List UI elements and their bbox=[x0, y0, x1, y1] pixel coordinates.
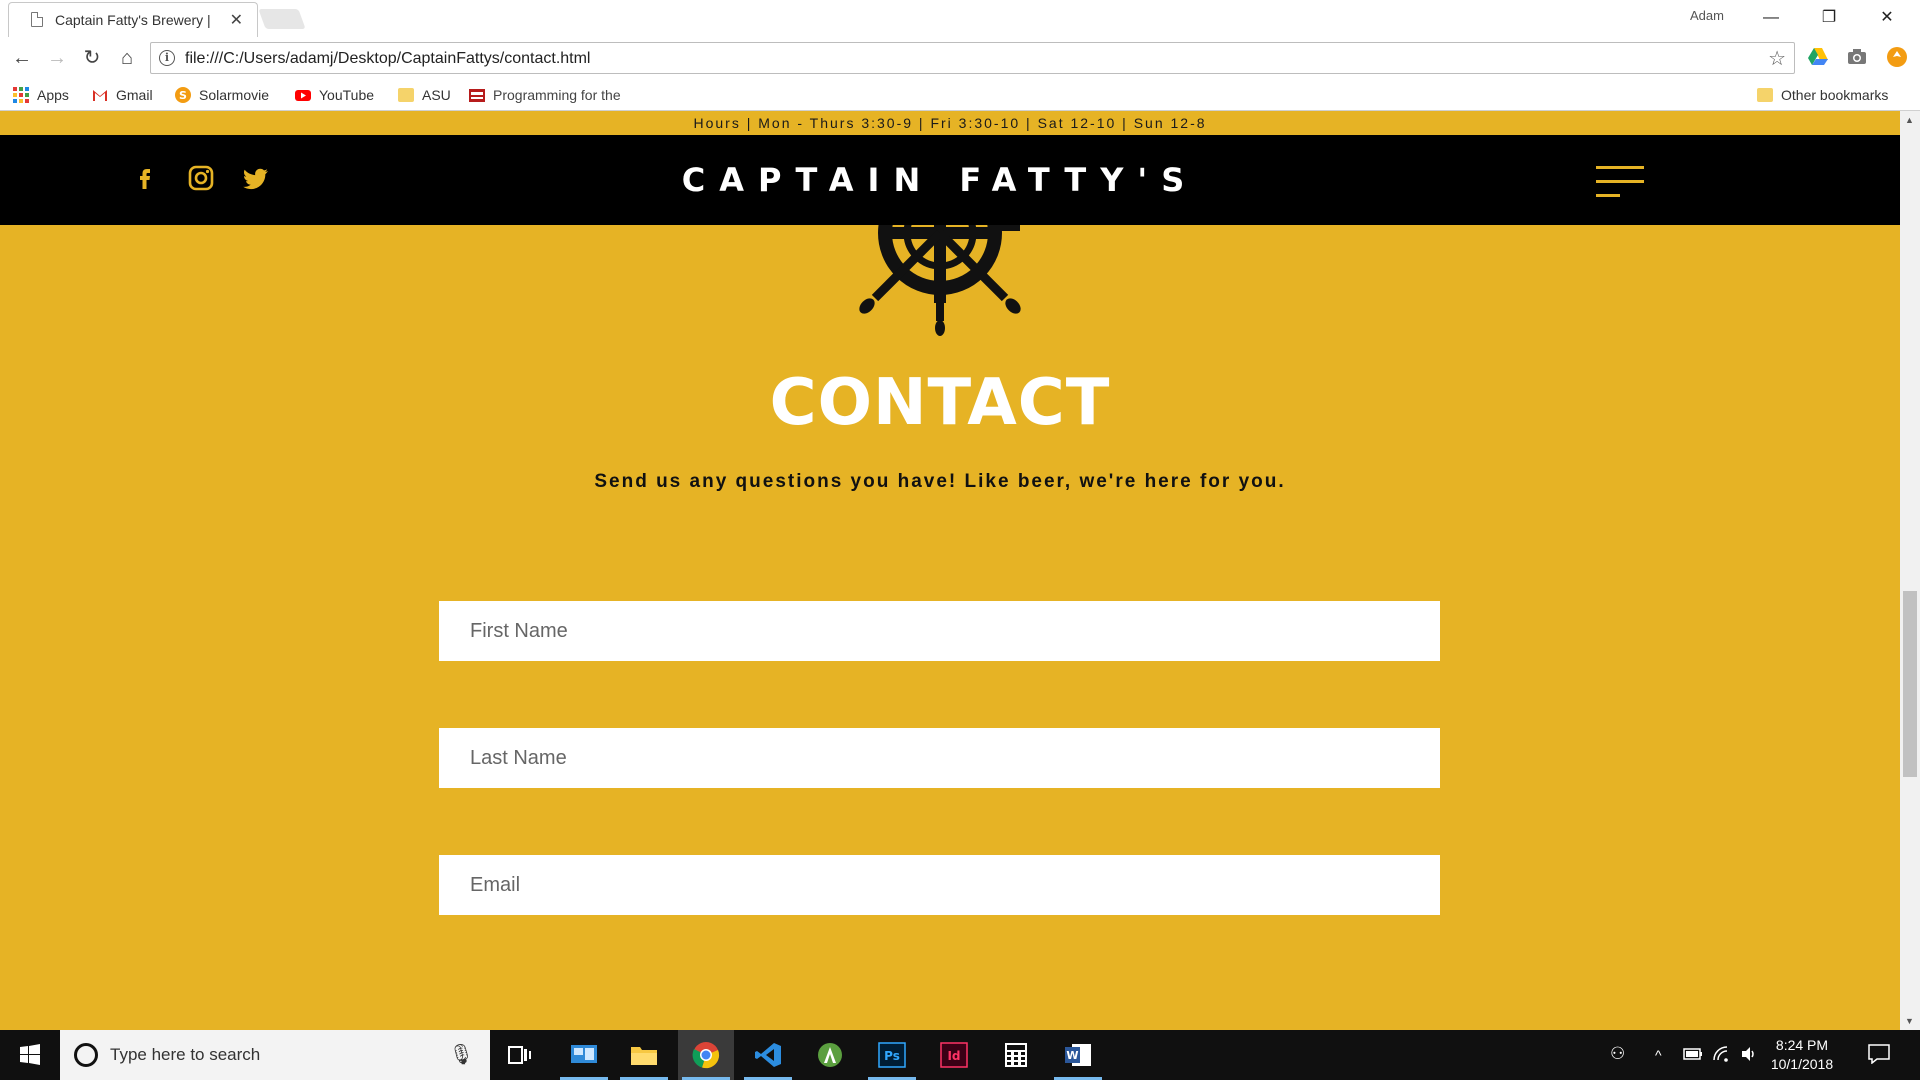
forward-button[interactable]: → bbox=[43, 44, 71, 72]
svg-text:Ps: Ps bbox=[884, 1049, 900, 1063]
chrome-icon[interactable] bbox=[678, 1030, 734, 1080]
minimize-button[interactable]: — bbox=[1748, 4, 1794, 32]
bookmark-solarmovie[interactable]: S Solarmovie bbox=[175, 84, 269, 106]
indesign-icon[interactable]: Id bbox=[926, 1030, 982, 1080]
close-window-button[interactable]: ✕ bbox=[1864, 4, 1910, 32]
scroll-up-arrow-icon[interactable]: ▲ bbox=[1905, 115, 1914, 125]
bookmark-label: Programming for the bbox=[493, 87, 621, 103]
address-bar[interactable]: i file:///C:/Users/adamj/Desktop/Captain… bbox=[150, 42, 1795, 74]
task-view-icon[interactable] bbox=[492, 1030, 548, 1080]
bookmark-label: Gmail bbox=[116, 87, 153, 103]
battery-icon[interactable] bbox=[1683, 1048, 1703, 1060]
bookmark-label: Solarmovie bbox=[199, 87, 270, 103]
bookmark-apps[interactable]: Apps bbox=[13, 84, 69, 106]
profile-name[interactable]: Adam bbox=[1690, 8, 1724, 23]
close-tab-icon[interactable]: ✕ bbox=[230, 10, 243, 30]
windows-start-icon[interactable] bbox=[0, 1030, 60, 1080]
back-button[interactable]: ← bbox=[8, 44, 36, 72]
hamburger-menu-icon[interactable] bbox=[1596, 166, 1644, 200]
bookmarks-bar: Apps Gmail S Solarmovie YouTube ASU Prog… bbox=[0, 79, 1920, 111]
info-icon[interactable]: i bbox=[159, 50, 175, 66]
page-icon bbox=[31, 12, 43, 27]
cortana-icon[interactable] bbox=[74, 1043, 98, 1067]
scrollbar-thumb[interactable] bbox=[1903, 591, 1917, 777]
new-tab-button[interactable] bbox=[258, 9, 306, 29]
volume-icon[interactable] bbox=[1740, 1045, 1758, 1063]
clock-time: 8:24 PM bbox=[1775, 1037, 1829, 1053]
microphone-icon[interactable]: 🎙 bbox=[449, 1042, 474, 1067]
clock-date: 10/1/2018 bbox=[1770, 1056, 1834, 1072]
word-icon[interactable]: W bbox=[1050, 1030, 1106, 1080]
bookmark-programming[interactable]: Programming for the bbox=[469, 84, 621, 106]
bookmark-label: YouTube bbox=[319, 87, 375, 103]
bookmark-star-icon[interactable]: ☆ bbox=[1768, 46, 1786, 71]
home-button[interactable]: ⌂ bbox=[113, 44, 141, 72]
scroll-down-arrow-icon[interactable]: ▼ bbox=[1905, 1016, 1914, 1026]
site-favicon-icon bbox=[469, 89, 485, 102]
svg-text:Id: Id bbox=[947, 1049, 960, 1063]
solarmovie-icon: S bbox=[175, 87, 191, 103]
photoshop-icon[interactable]: Ps bbox=[864, 1030, 920, 1080]
restore-button[interactable]: ❐ bbox=[1806, 4, 1852, 32]
bookmark-asu[interactable]: ASU bbox=[398, 84, 451, 106]
people-icon[interactable]: ⚇ bbox=[1610, 1044, 1625, 1064]
taskbar-search-box[interactable]: Type here to search 🎙 bbox=[60, 1030, 490, 1080]
hours-bar: Hours | Mon - Thurs 3:30-9 | Fri 3:30-10… bbox=[0, 111, 1900, 135]
page-scrollbar[interactable]: ▲ ▼ bbox=[1900, 111, 1920, 1030]
folder-icon bbox=[1757, 88, 1773, 102]
screen: Captain Fatty's Brewery | ✕ Adam — ❐ ✕ ←… bbox=[0, 0, 1920, 1080]
tab-title: Captain Fatty's Brewery | bbox=[55, 12, 211, 28]
last-name-field[interactable] bbox=[439, 728, 1440, 788]
extension-icon[interactable] bbox=[1886, 46, 1908, 68]
bookmark-label: Apps bbox=[37, 87, 69, 103]
google-drive-icon[interactable] bbox=[1807, 46, 1829, 68]
page-viewport: Hours | Mon - Thurs 3:30-9 | Fri 3:30-10… bbox=[0, 111, 1900, 1030]
browser-toolbar: ← → ↻ ⌂ i file:///C:/Users/adamj/Desktop… bbox=[0, 37, 1920, 79]
folder-icon bbox=[398, 88, 414, 102]
site-header: CAPTAIN FATTY'S bbox=[0, 135, 1900, 225]
camera-icon[interactable] bbox=[1846, 46, 1868, 68]
youtube-icon bbox=[295, 90, 311, 101]
action-center-icon[interactable] bbox=[1868, 1044, 1890, 1064]
first-name-field[interactable] bbox=[439, 601, 1440, 661]
bookmark-label: Other bookmarks bbox=[1781, 87, 1889, 103]
bookmark-gmail[interactable]: Gmail bbox=[92, 84, 153, 106]
tab-strip: Captain Fatty's Brewery | ✕ Adam — ❐ ✕ bbox=[0, 0, 1920, 37]
file-explorer-icon[interactable] bbox=[616, 1030, 672, 1080]
search-placeholder: Type here to search bbox=[110, 1045, 261, 1064]
page-subtitle: Send us any questions you have! Like bee… bbox=[594, 471, 1286, 492]
android-studio-icon[interactable] bbox=[802, 1030, 858, 1080]
reload-button[interactable]: ↻ bbox=[78, 44, 106, 72]
ship-wheel-icon bbox=[859, 225, 1021, 336]
calculator-icon[interactable] bbox=[988, 1030, 1044, 1080]
email-field[interactable] bbox=[439, 855, 1440, 915]
bookmark-label: ASU bbox=[422, 87, 451, 103]
url-text: file:///C:/Users/adamj/Desktop/CaptainFa… bbox=[185, 50, 591, 67]
vscode-icon[interactable] bbox=[740, 1030, 796, 1080]
page-title: CONTACT bbox=[769, 366, 1111, 440]
svg-text:S: S bbox=[179, 89, 187, 102]
show-hidden-icons-icon[interactable]: ^ bbox=[1655, 1047, 1662, 1063]
bookmark-youtube[interactable]: YouTube bbox=[295, 84, 374, 106]
tab-active[interactable]: Captain Fatty's Brewery | ✕ bbox=[8, 2, 258, 37]
taskbar-clock[interactable]: 8:24 PM 10/1/2018 bbox=[1762, 1036, 1842, 1074]
control-panel-icon[interactable] bbox=[556, 1030, 612, 1080]
wifi-icon[interactable] bbox=[1712, 1045, 1730, 1063]
gmail-icon bbox=[93, 90, 107, 101]
taskbar: Type here to search 🎙 Ps Id W ⚇ ^ 8:24 P… bbox=[0, 1030, 1920, 1080]
apps-grid-icon bbox=[13, 87, 29, 103]
svg-text:W: W bbox=[1066, 1049, 1078, 1062]
bookmark-other[interactable]: Other bookmarks bbox=[1757, 84, 1888, 106]
